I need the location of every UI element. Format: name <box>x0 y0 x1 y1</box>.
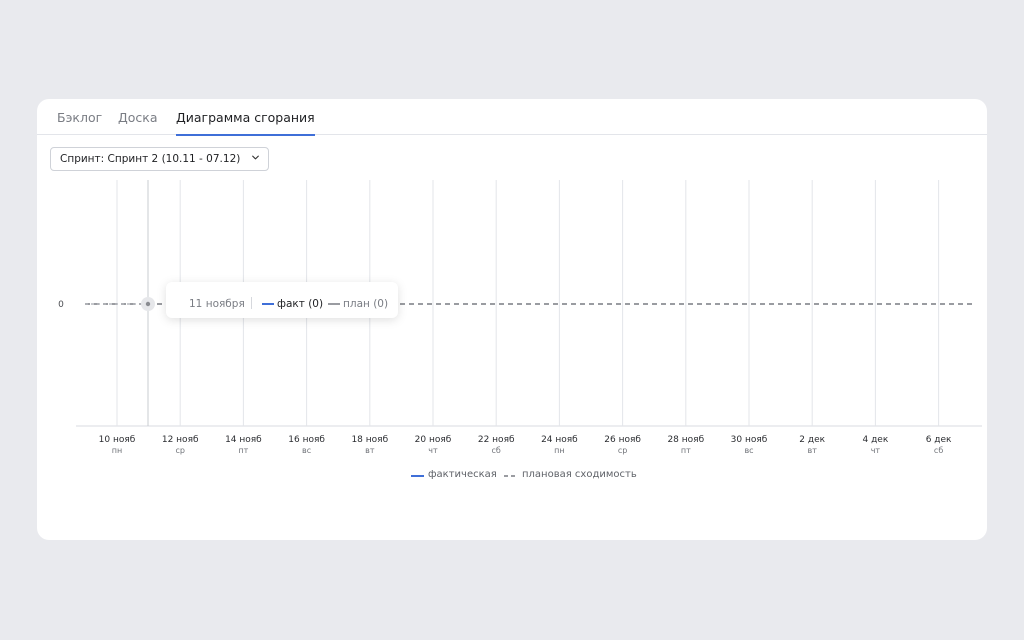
x-tick-weekday: вс <box>302 446 311 455</box>
legend-fact-marker <box>411 475 424 477</box>
x-tick-weekday: вс <box>744 446 753 455</box>
x-tick-weekday: сб <box>492 446 501 455</box>
x-tick-weekday: вт <box>808 446 818 455</box>
x-tick-label: 30 нояб <box>731 435 768 445</box>
x-tick-weekday: пт <box>238 446 248 455</box>
burndown-card: Бэклог Доска Диаграмма сгорания Спринт: … <box>37 99 987 540</box>
x-tick-weekday: вт <box>365 446 375 455</box>
x-tick-weekday: чт <box>428 446 438 455</box>
tooltip-date: 11 ноября <box>189 298 245 310</box>
legend-item-fact[interactable]: фактическая <box>411 469 497 480</box>
y-tick-label: 0 <box>58 300 64 310</box>
x-tick-weekday: ср <box>175 446 184 455</box>
tooltip-fact-value: факт (0) <box>277 298 324 310</box>
x-tick-label: 16 нояб <box>288 435 325 445</box>
x-tick-label: 6 дек <box>926 435 952 445</box>
x-tick-label: 18 нояб <box>351 435 388 445</box>
tooltip-separator <box>251 297 252 309</box>
x-tick-weekday: ср <box>618 446 627 455</box>
hover-point <box>145 301 151 307</box>
legend-plan-label: плановая сходимость <box>522 469 637 480</box>
legend-item-plan[interactable]: плановая сходимость <box>504 469 637 480</box>
tooltip-plan-value: план (0) <box>343 298 389 310</box>
x-tick-label: 14 нояб <box>225 435 262 445</box>
x-tick-label: 12 нояб <box>162 435 199 445</box>
x-tick-weekday: сб <box>934 446 943 455</box>
x-tick-label: 4 дек <box>863 435 889 445</box>
y-axis-ticks: 0 <box>58 300 64 310</box>
x-tick-weekday: пн <box>554 446 564 455</box>
tooltip-fact-marker <box>262 303 274 305</box>
x-tick-label: 10 нояб <box>99 435 136 445</box>
x-tick-weekday: пн <box>112 446 122 455</box>
chart-tooltip: 11 ноября факт (0) план (0) <box>166 282 398 318</box>
x-tick-label: 28 нояб <box>667 435 704 445</box>
x-tick-label: 24 нояб <box>541 435 578 445</box>
x-tick-label: 20 нояб <box>415 435 452 445</box>
legend-fact-label: фактическая <box>428 469 497 480</box>
x-tick-weekday: чт <box>871 446 881 455</box>
x-axis-ticks: 10 ноябпн12 ноябср14 ноябпт16 ноябвс18 н… <box>99 435 952 455</box>
x-tick-weekday: пт <box>681 446 691 455</box>
x-tick-label: 22 нояб <box>478 435 515 445</box>
tooltip-plan-marker <box>328 303 340 305</box>
x-tick-label: 26 нояб <box>604 435 641 445</box>
x-tick-label: 2 дек <box>799 435 825 445</box>
legend-plan-marker <box>504 475 518 477</box>
